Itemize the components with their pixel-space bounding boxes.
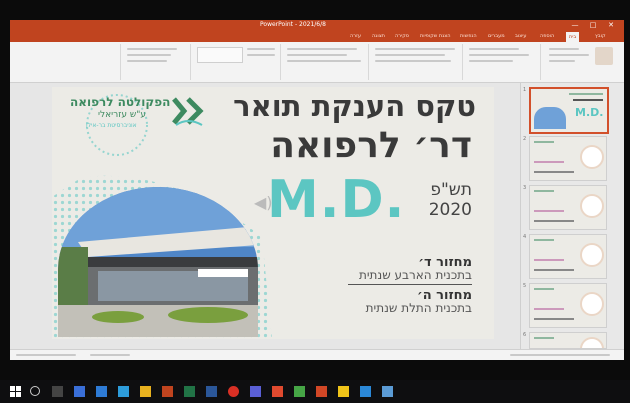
cohort-1-description: בתכנית הארבע שנתית [358,268,472,282]
slide-thumbnail-pane: 1 M.D. 2 3 4 5 6 [520,83,624,349]
app-icon[interactable] [382,386,393,397]
ribbon-group-clipboard[interactable] [540,44,624,80]
tab-view[interactable]: תצוגה [372,33,385,39]
ribbon-group-slides[interactable] [462,44,541,80]
slide-canvas: הפקולטה לרפואה ע"ש עזריאלי אוניברסיטת בר… [10,83,520,349]
window-title: PowerPoint - 2021/6/8 [260,21,326,28]
thumbnail-slide-4[interactable] [529,234,607,279]
ribbon-tabs: קובץ בית הוספה עיצוב מעברים הנפשות הצגת … [10,32,624,42]
thumbnail-slide-5[interactable] [529,283,607,328]
windows-taskbar [0,380,630,403]
ribbon-toolbar [10,42,624,83]
mail-icon[interactable] [74,386,85,397]
minimize-button[interactable]: — [570,21,580,29]
app-icon[interactable] [294,386,305,397]
thumbnail-slide-1[interactable]: M.D. [529,87,609,134]
tab-animations[interactable]: הנפשות [460,33,477,39]
year-hebrew: תש"פ [430,180,472,200]
ribbon-group-paragraph[interactable] [280,44,369,80]
thumb-number: 2 [523,136,527,142]
tab-help[interactable]: עזרה [350,33,361,39]
tab-home[interactable]: בית [566,32,580,42]
close-button[interactable]: ✕ [606,21,616,29]
slide-subtitle: דר׳ לרפואה [270,125,472,166]
thumb-number: 6 [523,332,527,338]
tab-insert[interactable]: הוספה [540,33,554,39]
ribbon-group-editing[interactable] [120,44,191,80]
edge-icon[interactable] [96,386,107,397]
title-bar: PowerPoint - 2021/6/8 — □ ✕ [10,20,624,32]
search-icon[interactable] [30,386,40,396]
app-icon[interactable] [316,386,327,397]
status-bar [10,349,624,360]
slide-1[interactable]: הפקולטה לרפואה ע"ש עזריאלי אוניברסיטת בר… [52,87,494,339]
cohort-2-description: בתכנית התלת שנתית [365,301,472,315]
powerpoint-icon[interactable] [162,386,173,397]
chrome-icon[interactable] [228,386,239,397]
md-degree-text: M.D. [267,170,406,230]
folder-icon[interactable] [140,386,151,397]
separator-line [348,284,472,285]
thumb-number: 3 [523,185,527,191]
tab-file[interactable]: קובץ [595,33,606,39]
excel-icon[interactable] [184,386,195,397]
tab-transitions[interactable]: מעברים [488,33,505,39]
thumbnail-slide-2[interactable] [529,136,607,181]
year-number: 2020 [428,200,472,220]
thumbnail-slide-3[interactable] [529,185,607,230]
tab-review[interactable]: סקירה [395,33,409,39]
ribbon-group-drawing[interactable] [190,44,281,80]
logo-university: אוניברסיטת בר-אילן [86,122,137,129]
logo-faculty-name: הפקולטה לרפואה [70,95,171,109]
word-icon[interactable] [206,386,217,397]
tab-design[interactable]: עיצוב [515,33,526,39]
maximize-button[interactable]: □ [588,21,598,29]
slide-main-title: טקס הענקת תואר [233,89,476,123]
thumb-number: 1 [523,87,527,93]
app-icon[interactable] [272,386,283,397]
windows-start-icon[interactable] [10,386,21,397]
thumbnail-slide-6[interactable] [529,332,607,349]
app-icon[interactable] [360,386,371,397]
app-icon[interactable] [118,386,129,397]
thumb-number: 5 [523,283,527,289]
logo-azrieli: ע"ש עזריאלי [98,110,146,120]
powerpoint-window: PowerPoint - 2021/6/8 — □ ✕ קובץ בית הוס… [10,20,624,360]
ribbon-group-font[interactable] [368,44,463,80]
tab-slideshow[interactable]: הצגת שקופיות [420,33,451,39]
task-view-icon[interactable] [52,386,63,397]
thumb-number: 4 [523,234,527,240]
app-icon[interactable] [338,386,349,397]
teams-icon[interactable] [250,386,261,397]
faculty-logo-icon [172,97,204,126]
